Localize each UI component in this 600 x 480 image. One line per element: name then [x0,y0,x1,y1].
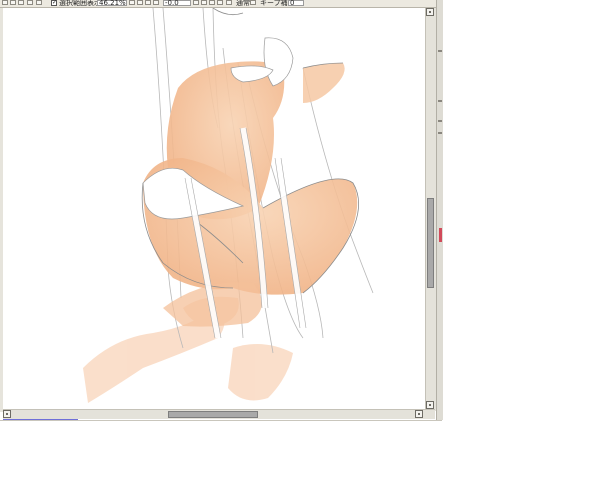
panel-handle[interactable] [438,50,442,52]
color-indicator [439,228,442,242]
vertical-scroll-thumb[interactable] [427,198,434,288]
toolbar: ✓ 選択範囲表示 46.21% -0.0 通常 キープ補正 0 [0,0,440,8]
window-bottom-border [0,420,442,421]
scroll-up-button[interactable] [426,8,434,16]
scroll-left-button[interactable] [3,410,11,418]
blend-mode-button[interactable] [250,0,256,5]
horizontal-scroll-thumb[interactable] [168,411,258,418]
panel-handle[interactable] [438,120,442,122]
illustration [83,8,374,403]
rotate-left-button[interactable] [193,0,199,5]
zoom-out-button[interactable] [129,0,135,5]
rotation-field[interactable]: -0.0 [163,0,191,7]
toolbar-button-3[interactable] [18,0,24,5]
stabilizer-field[interactable]: 0 [288,0,304,7]
scroll-right-button[interactable] [415,410,423,418]
toolbar-button-5[interactable] [36,0,42,5]
drawing-canvas[interactable] [3,8,425,410]
toolbar-button-1[interactable] [2,0,8,5]
zoom-in-button[interactable] [137,0,143,5]
right-side-panel [436,0,443,420]
selection-display-label: 選択範囲表示 [59,0,101,7]
toolbar-button-2[interactable] [10,0,16,5]
toolbar-option-button[interactable] [226,0,232,5]
scroll-down-button[interactable] [426,401,434,409]
flip-button[interactable] [217,0,223,5]
selection-display-checkbox[interactable]: ✓ [51,0,57,6]
blend-mode-label: 通常 [236,0,250,7]
zoom-reset-button[interactable] [145,0,151,5]
vertical-scrollbar[interactable] [425,8,436,411]
zoom-fit-button[interactable] [153,0,159,5]
horizontal-scrollbar[interactable] [3,409,435,419]
toolbar-button-4[interactable] [27,0,33,5]
zoom-field[interactable]: 46.21% [97,0,127,7]
panel-handle[interactable] [438,100,442,102]
rotate-right-button[interactable] [201,0,207,5]
panel-handle[interactable] [438,132,442,134]
rotate-reset-button[interactable] [209,0,215,5]
